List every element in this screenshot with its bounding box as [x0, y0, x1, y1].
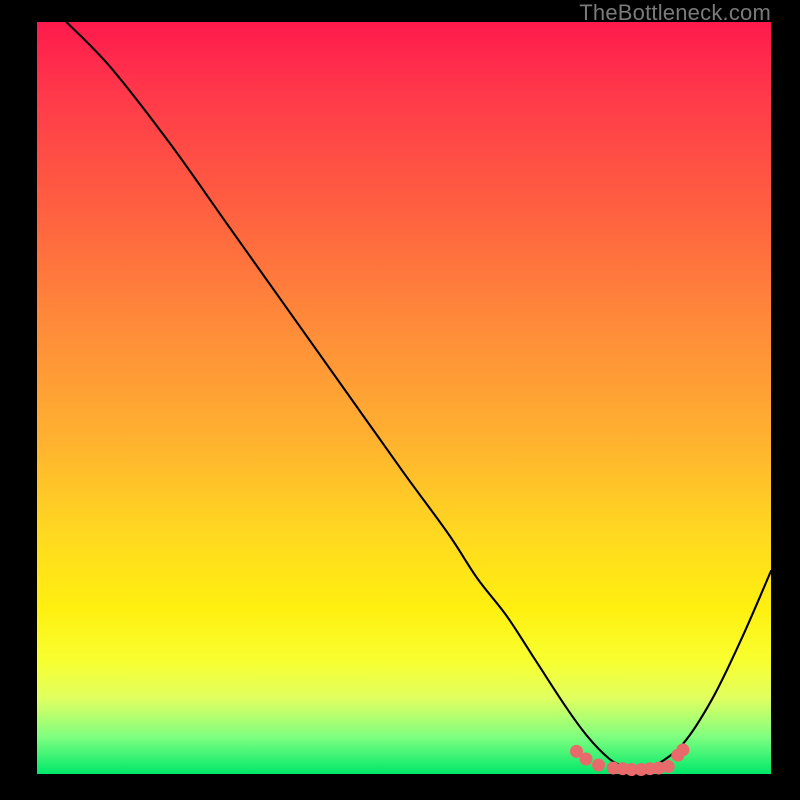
watermark-text: TheBottleneck.com [579, 0, 771, 26]
plot-area [37, 22, 771, 774]
chart-canvas: TheBottleneck.com [0, 0, 800, 800]
